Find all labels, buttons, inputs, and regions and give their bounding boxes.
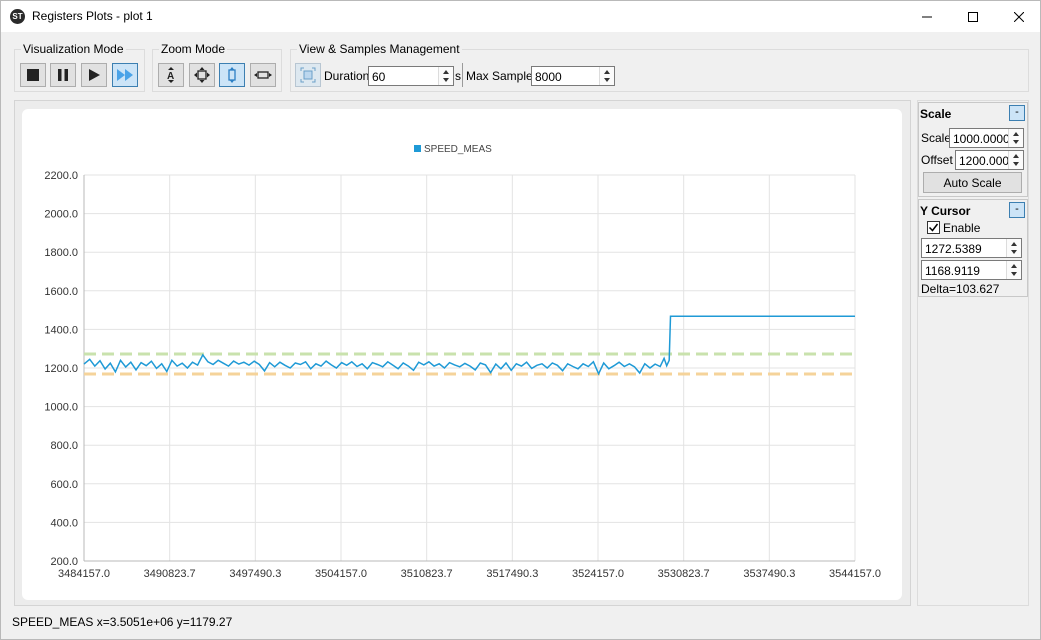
y-tick-label: 600.0 bbox=[50, 479, 78, 491]
cursor1-value: 1272.5389 bbox=[925, 242, 982, 256]
legend-label: SPEED_MEAS bbox=[424, 144, 492, 155]
zoom-horizontal-button[interactable] bbox=[250, 63, 276, 87]
zoom-move-button[interactable] bbox=[189, 63, 215, 87]
x-tick-label: 3530823.7 bbox=[658, 568, 710, 580]
play-button[interactable] bbox=[81, 63, 107, 87]
auto-scale-button[interactable]: Auto Scale bbox=[923, 172, 1022, 193]
window-title: Registers Plots - plot 1 bbox=[32, 9, 153, 23]
x-tick-label: 3490823.7 bbox=[144, 568, 196, 580]
x-tick-label: 3497490.3 bbox=[229, 568, 281, 580]
enable-label: Enable bbox=[943, 221, 981, 235]
x-tick-label: 3524157.0 bbox=[572, 568, 624, 580]
x-tick-label: 3537490.3 bbox=[743, 568, 795, 580]
scale-collapse-button[interactable]: - bbox=[1009, 105, 1025, 121]
scale-label: Scale bbox=[921, 131, 952, 145]
minimize-button[interactable] bbox=[904, 1, 950, 32]
max-samples-value: 8000 bbox=[535, 70, 562, 84]
play-icon bbox=[89, 69, 100, 81]
cursor1-spinbox[interactable]: 1272.5389 bbox=[921, 238, 1022, 258]
minimize-icon bbox=[922, 16, 932, 17]
duration-stepper[interactable] bbox=[438, 67, 453, 85]
y-tick-label: 200.0 bbox=[50, 556, 78, 568]
stop-button[interactable] bbox=[20, 63, 46, 87]
close-button[interactable] bbox=[996, 1, 1041, 32]
duration-value: 60 bbox=[372, 70, 386, 84]
fast-forward-button[interactable] bbox=[112, 63, 138, 87]
speed-chart[interactable]: 3484157.0 3490823.7 3497490.3 3504157.0 3510… bbox=[22, 109, 902, 600]
y-cursor-collapse-button[interactable]: - bbox=[1009, 202, 1025, 218]
y-tick-label: 1600.0 bbox=[44, 286, 78, 298]
maximize-button[interactable] bbox=[950, 1, 996, 32]
offset-value: 1200.0000 bbox=[959, 154, 1009, 168]
duration-label: Duration bbox=[324, 69, 370, 83]
checkmark-icon bbox=[928, 223, 939, 232]
cursor2-value: 1168.9119 bbox=[925, 264, 980, 278]
delta-readout: Delta=103.627 bbox=[921, 282, 1000, 296]
close-icon bbox=[1014, 11, 1024, 22]
pause-icon bbox=[58, 69, 68, 81]
cursor2-spinbox[interactable]: 1168.9119 bbox=[921, 260, 1022, 280]
maximize-icon bbox=[968, 11, 978, 22]
chart-legend: SPEED_MEAS bbox=[414, 144, 492, 155]
zoom-move-icon bbox=[194, 67, 210, 83]
zoom-vertical-text-button[interactable]: A bbox=[158, 63, 184, 87]
series-line-speed-meas bbox=[83, 315, 855, 376]
y-tick-label: 2200.0 bbox=[44, 170, 78, 182]
max-samples-spinbox[interactable]: 8000 bbox=[531, 66, 615, 86]
zoom-horizontal-icon bbox=[254, 71, 272, 79]
scale-spinbox[interactable]: 1000.0000 bbox=[949, 128, 1024, 148]
y-tick-label: 400.0 bbox=[50, 517, 78, 529]
y-tick-label: 2000.0 bbox=[44, 209, 78, 221]
x-tick-label: 3517490.3 bbox=[486, 568, 538, 580]
view-samples-label: View & Samples Management bbox=[297, 42, 462, 56]
zoom-vertical-button[interactable] bbox=[219, 63, 245, 87]
duration-spinbox[interactable]: 60 bbox=[368, 66, 454, 86]
y-cursor-title: Y Cursor bbox=[920, 204, 971, 218]
cursor2-stepper[interactable] bbox=[1006, 261, 1021, 279]
x-tick-label: 3504157.0 bbox=[315, 568, 367, 580]
offset-stepper[interactable] bbox=[1008, 151, 1023, 169]
offset-spinbox[interactable]: 1200.0000 bbox=[955, 150, 1024, 170]
y-tick-label: 1200.0 bbox=[44, 363, 78, 375]
y-tick-label: 1000.0 bbox=[44, 402, 78, 414]
zoom-mode-label: Zoom Mode bbox=[159, 42, 228, 56]
stop-icon bbox=[27, 69, 39, 81]
x-tick-label: 3544157.0 bbox=[829, 568, 881, 580]
enable-checkbox[interactable] bbox=[927, 221, 940, 234]
status-readout: SPEED_MEAS x=3.5051e+06 y=1179.27 bbox=[12, 615, 233, 629]
zoom-vertical-text-icon: A bbox=[167, 67, 174, 83]
fit-view-button[interactable] bbox=[295, 63, 321, 87]
max-samples-stepper[interactable] bbox=[599, 67, 614, 85]
cursor1-stepper[interactable] bbox=[1006, 239, 1021, 257]
zoom-vertical-icon bbox=[228, 67, 236, 83]
offset-label: Offset bbox=[921, 153, 953, 167]
scale-title: Scale bbox=[920, 107, 952, 121]
scale-value: 1000.0000 bbox=[953, 132, 1009, 146]
duration-unit: s bbox=[455, 69, 461, 83]
pause-button[interactable] bbox=[50, 63, 76, 87]
visualization-mode-label: Visualization Mode bbox=[21, 42, 126, 56]
title-bar: ST Registers Plots - plot 1 bbox=[1, 1, 1040, 32]
fast-forward-icon bbox=[117, 69, 133, 81]
x-tick-label: 3484157.0 bbox=[58, 568, 110, 580]
scale-stepper[interactable] bbox=[1008, 129, 1023, 147]
y-tick-label: 1400.0 bbox=[44, 324, 78, 336]
divider bbox=[462, 63, 463, 87]
y-tick-label: 800.0 bbox=[50, 440, 78, 452]
fit-view-icon bbox=[300, 67, 316, 83]
max-samples-label: Max Samples bbox=[466, 69, 539, 83]
x-tick-label: 3510823.7 bbox=[401, 568, 453, 580]
app-logo-icon: ST bbox=[10, 9, 25, 24]
registers-plots-window: ST Registers Plots - plot 1 Visualizatio… bbox=[0, 0, 1041, 640]
y-tick-label: 1800.0 bbox=[44, 247, 78, 259]
legend-swatch bbox=[414, 145, 421, 152]
